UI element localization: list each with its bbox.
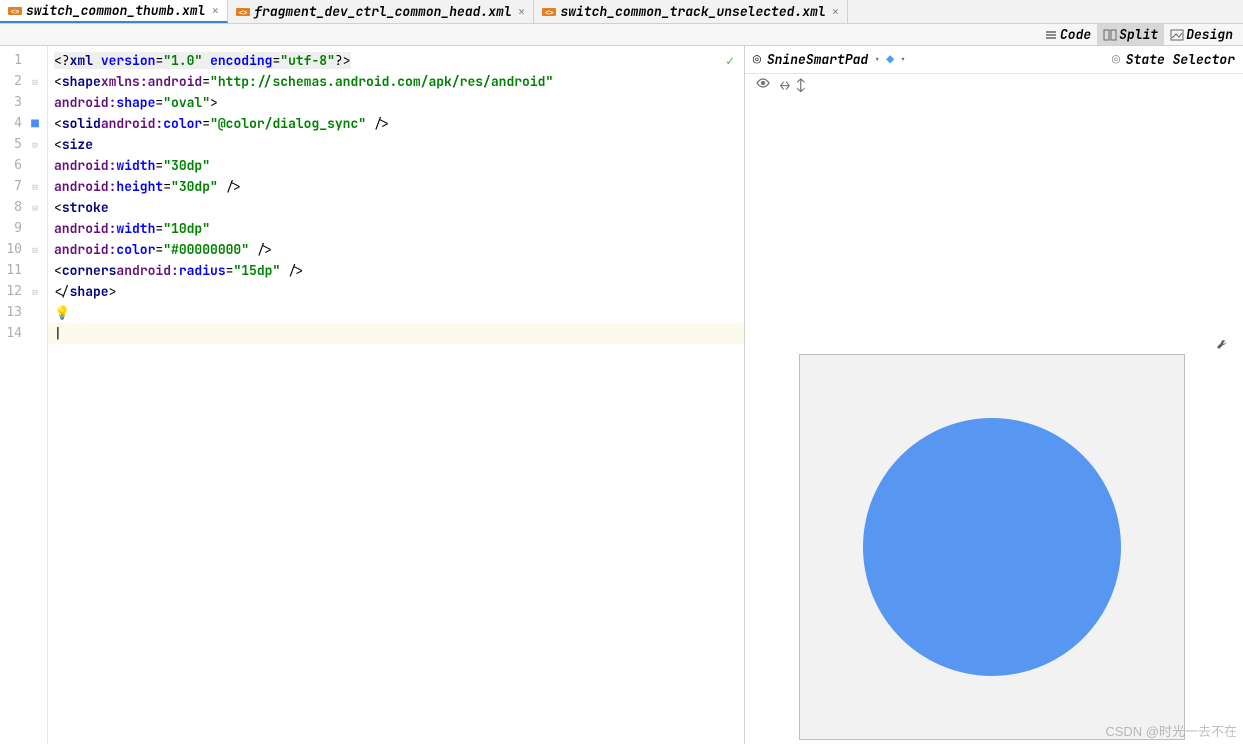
fold-icon[interactable]: ⊟ — [28, 202, 42, 214]
close-icon[interactable]: × — [211, 2, 219, 19]
toggle-visibility-icon[interactable] — [755, 76, 771, 94]
layout-view-switch: Code Split Design — [0, 24, 1243, 46]
view-mode-label: Code — [1060, 26, 1091, 43]
tab-label: fragment_dev_ctrl_common_head.xml — [254, 3, 511, 20]
gutter-color-marker[interactable]: ■ — [28, 115, 42, 132]
wrench-icon[interactable] — [1215, 338, 1229, 356]
line-number: 6 — [0, 158, 28, 173]
view-mode-design[interactable]: Design — [1164, 24, 1239, 45]
target-device-icon: ◎ — [753, 51, 761, 68]
xml-file-icon: <> — [236, 6, 250, 18]
close-icon[interactable]: × — [832, 3, 840, 20]
layout-preview-pane: ◎ SnineSmartPad ▾ ◆ ▾ ◎ State Selector ↔… — [745, 46, 1243, 744]
line-number: 11 — [0, 263, 28, 278]
line-number: 9 — [0, 221, 28, 236]
line-number: 14 — [0, 326, 28, 341]
editor-tabs: <> switch_common_thumb.xml × <> fragment… — [0, 0, 1243, 24]
line-number: 8 — [0, 200, 28, 215]
device-frame — [799, 354, 1185, 740]
fold-icon[interactable]: ⊟ — [28, 244, 42, 256]
resize-vertical-icon[interactable]: ↕ — [797, 77, 805, 94]
split-view-icon — [1103, 28, 1117, 42]
view-mode-label: Split — [1119, 26, 1158, 43]
line-number: 12 — [0, 284, 28, 299]
chevron-down-icon[interactable]: ▾ — [900, 53, 906, 66]
fold-icon[interactable]: ⊟ — [28, 139, 42, 151]
editor-gutter: 1 2⊟ 3 4■ 5⊟ 6 7⊟ 8⊟ 9 10⊟ 11 12⊟ 13 14 — [0, 46, 48, 744]
line-number: 3 — [0, 95, 28, 110]
line-number: 4 — [0, 116, 28, 131]
line-number: 10 — [0, 242, 28, 257]
view-mode-label: Design — [1186, 26, 1233, 43]
resize-horizontal-icon[interactable]: ↔ — [781, 77, 787, 94]
view-mode-split[interactable]: Split — [1097, 24, 1164, 45]
state-selector[interactable]: State Selector — [1126, 51, 1235, 68]
tab-label: switch_common_track_unselected.xml — [560, 3, 825, 20]
preview-header: ◎ SnineSmartPad ▾ ◆ ▾ ◎ State Selector — [745, 46, 1243, 74]
design-view-icon — [1170, 28, 1184, 42]
inspection-ok-icon[interactable]: ✓ — [726, 52, 734, 69]
drawable-preview-shape — [863, 418, 1121, 676]
intention-bulb-icon[interactable]: 💡 — [54, 304, 70, 321]
line-number: 1 — [0, 53, 28, 68]
view-mode-code[interactable]: Code — [1038, 24, 1097, 45]
main-split: 1 2⊟ 3 4■ 5⊟ 6 7⊟ 8⊟ 9 10⊟ 11 12⊟ 13 14 … — [0, 46, 1243, 744]
chevron-down-icon[interactable]: ▾ — [874, 53, 880, 66]
tab-label: switch_common_thumb.xml — [26, 2, 205, 19]
line-number: 13 — [0, 305, 28, 320]
tab-switch-common-track[interactable]: <> switch_common_track_unselected.xml × — [534, 0, 848, 23]
xml-file-icon: <> — [542, 6, 556, 18]
preview-toolbar: ↔ ↕ — [745, 74, 1243, 96]
xml-file-icon: <> — [8, 5, 22, 17]
tab-switch-common-thumb[interactable]: <> switch_common_thumb.xml × — [0, 0, 228, 23]
caret: | — [54, 325, 62, 342]
code-editor-pane: 1 2⊟ 3 4■ 5⊟ 6 7⊟ 8⊟ 9 10⊟ 11 12⊟ 13 14 … — [0, 46, 745, 744]
tab-fragment-dev-ctrl[interactable]: <> fragment_dev_ctrl_common_head.xml × — [228, 0, 534, 23]
fold-icon[interactable]: ⊟ — [28, 181, 42, 193]
state-target-icon: ◎ — [1112, 51, 1120, 68]
code-view-icon — [1044, 28, 1058, 42]
code-editor[interactable]: ✓ <?xml version="1.0" encoding="utf-8"?>… — [48, 46, 744, 744]
line-number: 5 — [0, 137, 28, 152]
preview-canvas[interactable] — [745, 96, 1243, 744]
device-selector[interactable]: SnineSmartPad — [767, 51, 868, 68]
svg-text:<>: <> — [239, 10, 247, 17]
svg-text:<>: <> — [11, 9, 19, 16]
close-icon[interactable]: × — [518, 3, 526, 20]
line-number: 2 — [0, 74, 28, 89]
line-number: 7 — [0, 179, 28, 194]
svg-text:<>: <> — [545, 10, 553, 17]
fold-icon[interactable]: ⊟ — [28, 76, 42, 88]
layers-icon[interactable]: ◆ — [886, 51, 894, 68]
fold-icon[interactable]: ⊟ — [28, 286, 42, 298]
